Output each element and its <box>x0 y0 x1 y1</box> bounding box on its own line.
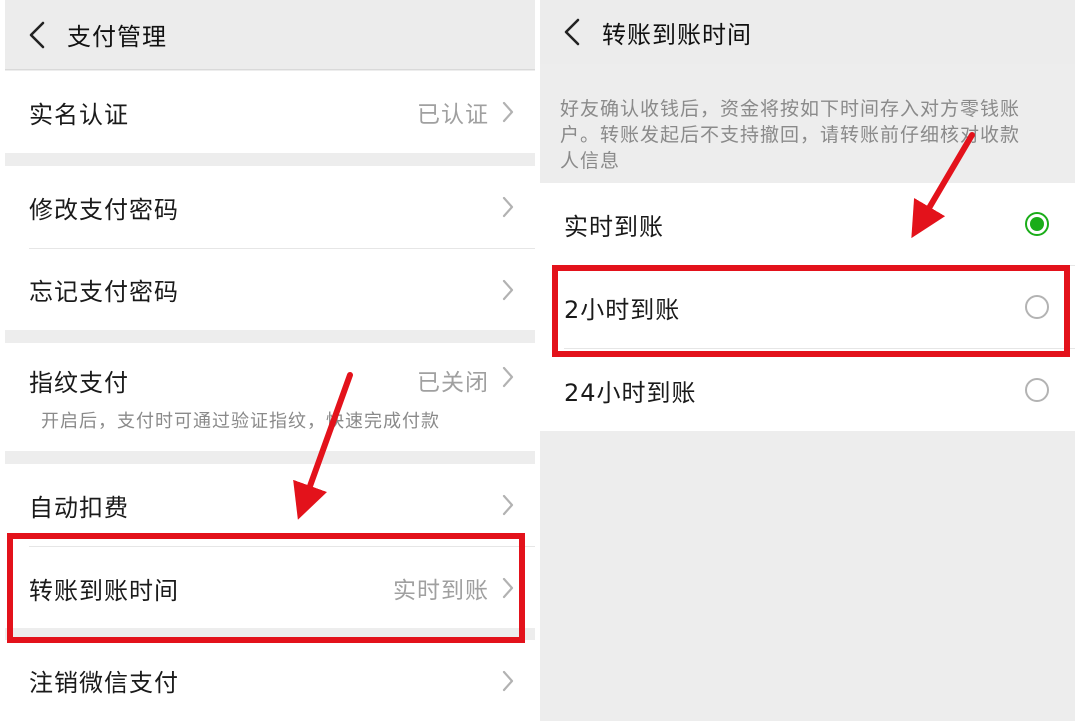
row-forgot-password[interactable]: 忘记支付密码 <box>5 249 535 330</box>
chevron-right-icon <box>502 279 514 300</box>
row-value: 已认证 <box>417 102 489 128</box>
row-label: 指纹支付 <box>29 369 129 397</box>
option-realtime[interactable]: 实时到账 <box>540 183 1075 265</box>
row-label: 自动扣费 <box>29 493 129 522</box>
section-fingerprint: 指纹支付 已关闭 开启后，支付时可通过验证指纹，快速完成付款 <box>5 343 535 451</box>
radio-unselected-icon[interactable] <box>1025 378 1049 402</box>
fingerprint-hint: 开启后，支付时可通过验证指纹，快速完成付款 <box>41 411 440 432</box>
chevron-right-icon <box>502 670 514 691</box>
chevron-right-icon <box>502 196 514 218</box>
page-title: 支付管理 <box>67 23 167 51</box>
highlight-box <box>7 533 525 643</box>
option-24-hours[interactable]: 24小时到账 <box>540 349 1075 431</box>
transfer-arrival-time-screen: 转账到账时间 好友确认收钱后，资金将按如下时间存入对方零钱账户。转账发起后不支持… <box>540 0 1075 721</box>
row-fingerprint-pay[interactable]: 指纹支付 已关闭 <box>5 343 535 415</box>
row-label: 注销微信支付 <box>29 669 179 697</box>
page-title: 转账到账时间 <box>602 20 752 49</box>
chevron-right-icon <box>502 366 514 388</box>
description-text: 好友确认收钱后，资金将按如下时间存入对方零钱账户。转账发起后不支持撤回，请转账前… <box>560 98 1021 172</box>
row-cancel-wechat-pay[interactable]: 注销微信支付 <box>5 640 535 721</box>
section-verification: 实名认证 已认证 <box>5 71 535 153</box>
row-value: 已关闭 <box>417 370 489 396</box>
row-real-name[interactable]: 实名认证 已认证 <box>5 71 535 153</box>
row-label: 修改支付密码 <box>29 195 179 224</box>
option-label: 实时到账 <box>564 212 664 241</box>
chevron-right-icon <box>502 494 514 516</box>
highlight-box <box>552 265 1070 357</box>
row-label: 实名认证 <box>29 100 129 129</box>
chevron-right-icon <box>502 101 514 123</box>
navigation-bar: 支付管理 <box>5 0 535 70</box>
option-label: 24小时到账 <box>564 378 697 407</box>
radio-selected-icon[interactable] <box>1025 212 1049 236</box>
back-arrow-icon[interactable] <box>17 15 57 55</box>
section-cancel: 注销微信支付 <box>5 640 535 721</box>
navigation-bar: 转账到账时间 <box>540 0 1075 64</box>
back-arrow-icon[interactable] <box>552 12 592 52</box>
section-password: 修改支付密码 忘记支付密码 <box>5 166 535 330</box>
row-label: 忘记支付密码 <box>29 278 179 306</box>
payment-management-screen: 支付管理 实名认证 已认证 修改支付密码 忘记支付密码 指纹支付 已关闭 开启后… <box>5 0 535 721</box>
row-change-password[interactable]: 修改支付密码 <box>5 166 535 248</box>
